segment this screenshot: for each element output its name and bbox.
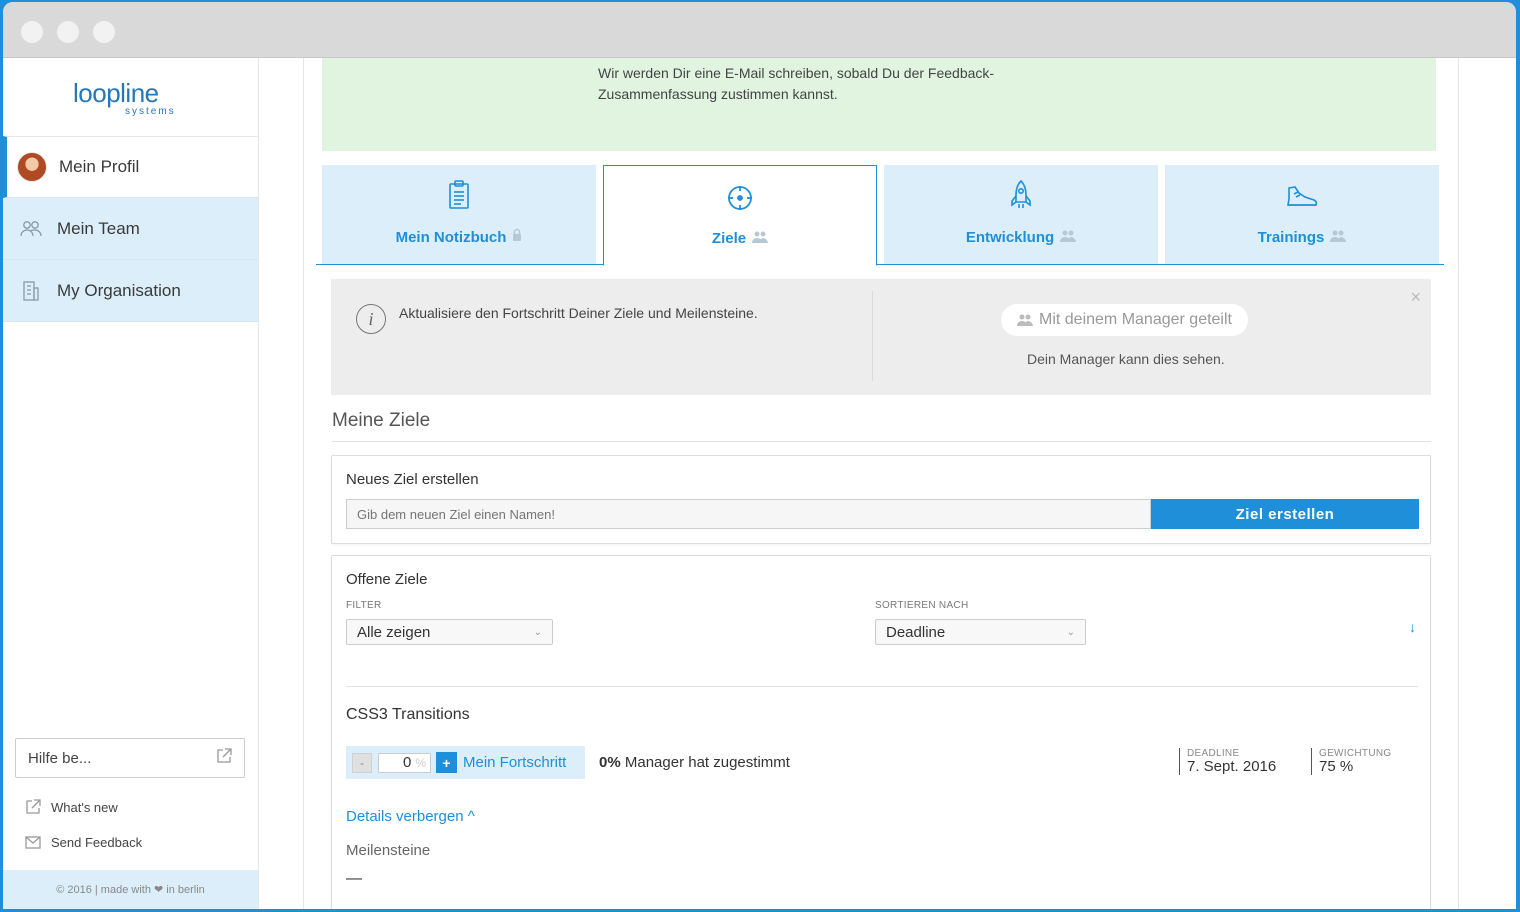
window-titlebar	[3, 2, 1516, 58]
goal-title: CSS3 Transitions	[346, 706, 470, 723]
people-icon	[1060, 229, 1077, 246]
envelope-icon	[25, 836, 41, 849]
page-title: Meine Ziele	[332, 410, 431, 431]
team-icon	[17, 215, 45, 243]
info-icon: i	[356, 304, 386, 334]
progress-stepper: - 0 % + Mein Fortschritt	[346, 746, 585, 779]
info-text: Aktualisiere den Fortschritt Deiner Ziel…	[399, 305, 758, 321]
filter-select[interactable]: Alle zeigen ⌄	[346, 619, 553, 645]
loopline-logo[interactable]: loopline systems	[73, 78, 193, 118]
tab-label: Entwicklung	[965, 229, 1055, 246]
progress-unit: %	[415, 755, 426, 770]
new-goal-title: Neues Ziel erstellen	[346, 471, 479, 488]
people-icon	[1017, 314, 1033, 326]
whats-new-link[interactable]: What's new	[25, 799, 118, 815]
manager-approval: 0% Manager hat zugestimmt	[599, 754, 790, 771]
sort-label: SORTIEREN NACH	[875, 600, 969, 611]
deadline-value: 7. Sept. 2016	[1187, 758, 1277, 775]
filter-label: FILTER	[346, 600, 382, 611]
help-search-field[interactable]: Hilfe be...	[15, 738, 245, 778]
tab-label: Ziele	[711, 230, 747, 247]
external-link-icon	[216, 748, 232, 768]
window-close-dot[interactable]	[21, 21, 43, 43]
tab-entwicklung[interactable]: Entwicklung	[884, 165, 1158, 264]
progress-input[interactable]: 0 %	[378, 752, 431, 773]
weight-value: 75 %	[1319, 758, 1354, 775]
shared-with-manager-pill: Mit deinem Manager geteilt	[1001, 304, 1248, 336]
section-divider	[332, 441, 1431, 442]
sidebar-item-label: Mein Profil	[59, 157, 140, 176]
info-box: i Aktualisiere den Fortschritt Deiner Zi…	[331, 279, 1431, 395]
success-notice: Wir werden Dir eine E-Mail schreiben, so…	[322, 58, 1436, 151]
browser-window: loopline systems Mein Profil Mein Team M…	[3, 2, 1516, 909]
sidebar: loopline systems Mein Profil Mein Team M…	[3, 58, 259, 909]
sidebar-item-label: Mein Team	[57, 218, 140, 238]
deadline-meta: DEADLINE 7. Sept. 2016	[1179, 748, 1276, 775]
tab-mein-notizbuch[interactable]: Mein Notizbuch	[322, 165, 596, 264]
logo-sub-text: systems	[125, 106, 176, 117]
help-search-text: Hilfe be...	[28, 749, 92, 767]
window-minimize-dot[interactable]	[57, 21, 79, 43]
card-divider	[346, 686, 1418, 687]
sort-select[interactable]: Deadline ⌄	[875, 619, 1086, 645]
people-icon	[1330, 229, 1347, 246]
lock-icon	[512, 228, 522, 246]
tab-ziele[interactable]: Ziele	[603, 165, 877, 266]
send-feedback-label: Send Feedback	[51, 835, 143, 850]
sidebar-item-mein-team[interactable]: Mein Team	[3, 198, 258, 260]
external-link-icon	[26, 799, 41, 814]
people-icon	[752, 230, 769, 247]
whats-new-label: What's new	[51, 799, 118, 815]
weight-meta: GEWICHTUNG 75 %	[1311, 748, 1391, 775]
increase-progress-button[interactable]: +	[436, 752, 457, 773]
close-icon[interactable]: ×	[1410, 287, 1421, 308]
avatar	[17, 152, 47, 182]
chevron-down-icon: ⌄	[533, 626, 542, 638]
sort-direction-arrow-icon[interactable]: ↓	[1409, 619, 1416, 635]
sidebar-footer: © 2016 | made with ❤ in berlin	[3, 870, 258, 909]
logo-main-text: loopline	[73, 78, 159, 108]
milestones-label: Meilensteine	[346, 842, 431, 859]
window-zoom-dot[interactable]	[93, 21, 115, 43]
new-goal-name-input[interactable]	[346, 499, 1151, 529]
approval-text: Manager hat zugestimmt	[624, 754, 790, 771]
sidebar-item-my-organisation[interactable]: My Organisation	[3, 260, 258, 322]
chevron-down-icon: ⌄	[1066, 626, 1075, 638]
sneaker-icon	[1285, 185, 1319, 215]
decrease-progress-button[interactable]: -	[352, 752, 372, 773]
success-notice-text: Wir werden Dir eine E-Mail schreiben, so…	[598, 65, 995, 102]
open-goals-card: Offene Ziele FILTER Alle zeigen ⌄ SORTIE…	[331, 555, 1431, 909]
share-pill-label: Mit deinem Manager geteilt	[1039, 311, 1232, 328]
sidebar-item-mein-profil[interactable]: Mein Profil	[3, 136, 258, 198]
main-content: Wir werden Dir eine E-Mail schreiben, so…	[303, 58, 1459, 909]
profile-tabs: Mein Notizbuch Ziele Entwicklung Trainin…	[316, 163, 1444, 266]
sort-select-value: Deadline	[886, 623, 946, 641]
notebook-icon	[448, 180, 470, 214]
send-feedback-link[interactable]: Send Feedback	[25, 835, 142, 850]
target-icon	[726, 184, 754, 216]
building-icon	[17, 277, 45, 305]
open-goals-title: Offene Ziele	[346, 571, 428, 588]
new-goal-card: Neues Ziel erstellen Ziel erstellen	[331, 455, 1431, 544]
sidebar-item-label: My Organisation	[57, 280, 181, 300]
toggle-details-link[interactable]: Details verbergen ^	[346, 808, 475, 825]
share-note: Dein Manager kann dies sehen.	[1027, 351, 1225, 367]
progress-label: Mein Fortschritt	[463, 754, 567, 771]
tab-trainings[interactable]: Trainings	[1165, 165, 1439, 264]
progress-value: 0	[402, 754, 412, 771]
rocket-icon	[1010, 179, 1032, 215]
tab-label: Trainings	[1257, 229, 1325, 246]
approval-percent: 0%	[599, 754, 621, 771]
create-goal-button[interactable]: Ziel erstellen	[1151, 499, 1419, 529]
milestones-empty: —	[346, 870, 362, 887]
info-divider	[872, 291, 873, 381]
tab-label: Mein Notizbuch	[395, 228, 507, 246]
filter-select-value: Alle zeigen	[357, 623, 431, 641]
